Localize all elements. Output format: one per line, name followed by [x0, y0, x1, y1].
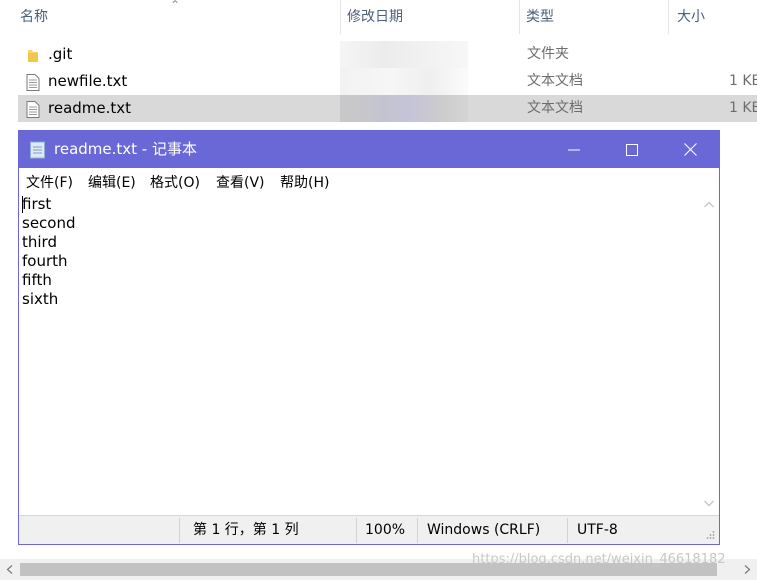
column-type-label: 类型 [526, 9, 554, 25]
status-bar: 第 1 行，第 1 列 100% Windows (CRLF) UTF-8 [19, 515, 719, 544]
blurred-date [340, 41, 468, 68]
sort-up-icon: ⌃ [170, 0, 181, 12]
file-row-git[interactable]: .git 文件夹 [18, 41, 757, 68]
file-type: 文件夹 [527, 46, 569, 62]
menu-format[interactable]: 格式(O) [150, 172, 200, 192]
column-name-label: 名称 [20, 9, 48, 25]
status-zoom: 100% [365, 522, 406, 538]
scroll-down-icon [704, 500, 714, 507]
notepad-window[interactable]: readme.txt - 记事本 文件(F) 编辑(E) 格式(O) 查看(V)… [18, 130, 720, 545]
window-title: readme.txt - 记事本 [54, 140, 197, 158]
file-size: 1 KB [729, 100, 757, 116]
notepad-icon [29, 140, 47, 163]
text-line: fifth [22, 271, 52, 289]
column-header-size[interactable]: 大小 [671, 0, 757, 34]
column-divider[interactable] [668, 0, 669, 34]
title-bar[interactable]: readme.txt - 记事本 [19, 131, 719, 168]
menu-bar: 文件(F) 编辑(E) 格式(O) 查看(V) 帮助(H) [19, 168, 719, 192]
status-cursor-position: 第 1 行，第 1 列 [193, 522, 299, 538]
minimize-icon [568, 149, 580, 150]
text-line: second [22, 214, 76, 232]
scroll-left-icon [6, 565, 13, 574]
blurred-date [340, 68, 468, 95]
minimize-button[interactable] [545, 131, 603, 168]
status-divider [417, 518, 418, 543]
menu-view[interactable]: 查看(V) [216, 172, 265, 192]
text-line: fourth [22, 252, 68, 270]
file-row-newfile[interactable]: newfile.txt 文本文档 1 KB [18, 68, 757, 95]
watermark-text: https://blog.csdn.net/weixin_46618182 [472, 552, 726, 567]
file-size: 1 KB [729, 73, 757, 89]
file-name: newfile.txt [48, 72, 128, 90]
text-line: third [22, 233, 57, 251]
blurred-date [340, 95, 468, 122]
scroll-right-icon [744, 565, 751, 574]
maximize-button[interactable] [603, 131, 661, 168]
vertical-scrollbar[interactable] [699, 192, 719, 515]
file-type: 文本文档 [527, 73, 583, 89]
column-size-label: 大小 [677, 9, 705, 25]
text-editor[interactable]: first second third fourth fifth sixth [19, 192, 699, 515]
close-icon [683, 143, 697, 156]
maximize-icon [626, 143, 638, 156]
close-button[interactable] [661, 131, 719, 168]
menu-edit[interactable]: 编辑(E) [88, 172, 136, 192]
text-line: sixth [22, 290, 59, 308]
status-encoding: UTF-8 [577, 522, 618, 538]
status-divider [567, 518, 568, 543]
file-name: readme.txt [48, 99, 132, 117]
status-divider [356, 518, 357, 543]
resize-grip-icon[interactable] [705, 530, 715, 540]
file-type: 文本文档 [527, 100, 583, 116]
text-line: first [22, 195, 52, 213]
column-modified-label: 修改日期 [347, 9, 403, 25]
file-name: .git [48, 45, 73, 63]
menu-file[interactable]: 文件(F) [26, 172, 73, 192]
column-header-type[interactable]: 类型 [520, 0, 668, 34]
column-header-modified[interactable]: 修改日期 [341, 0, 519, 34]
menu-help[interactable]: 帮助(H) [280, 172, 329, 192]
file-row-readme[interactable]: readme.txt 文本文档 1 KB [18, 95, 757, 122]
status-line-ending: Windows (CRLF) [427, 522, 541, 538]
text-file-icon [26, 100, 40, 127]
scroll-up-icon [704, 201, 714, 208]
status-divider [179, 518, 180, 543]
